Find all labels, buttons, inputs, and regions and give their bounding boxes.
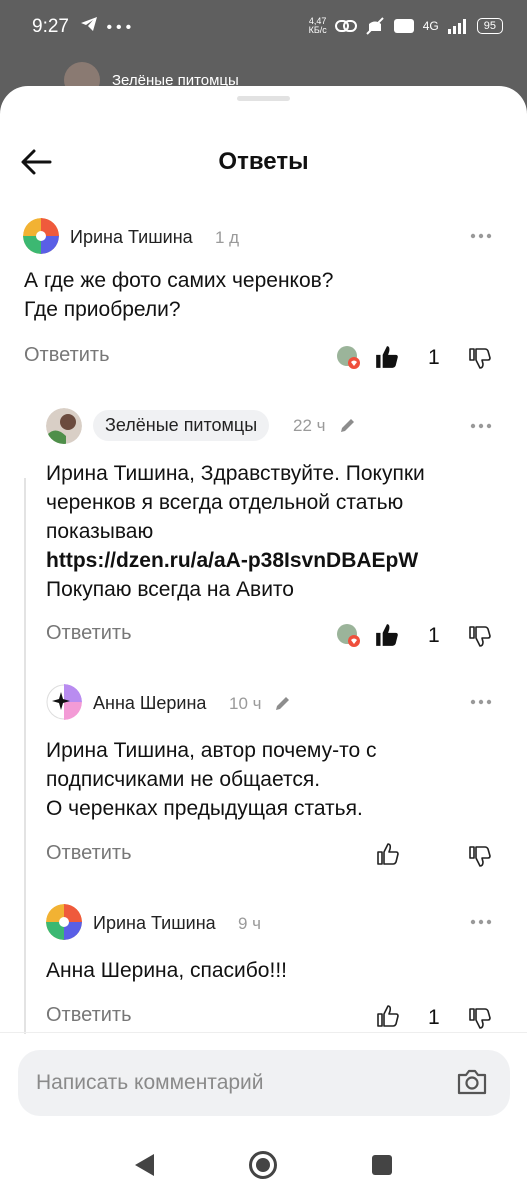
comment-author[interactable]: Ирина Тишина [93,913,216,934]
status-time: 9:27 [32,16,69,37]
home-circle-icon[interactable] [248,1150,278,1180]
channel-avatar[interactable] [46,408,82,444]
avatar[interactable] [46,904,82,940]
comment: Анна Шерина 10 ч Ирина Тишина, автор поч… [0,684,527,884]
comment-time: 10 ч [229,694,262,713]
like-count: 1 [428,624,440,647]
network-type: 4G [422,19,439,33]
like-count: 1 [428,346,440,369]
comments-list: Ирина Тишина 1 д А где же фото самих чер… [0,204,527,1034]
avatar[interactable] [46,684,82,720]
comment-time: 9 ч [238,914,262,933]
reply-button[interactable]: Ответить [46,622,132,645]
edited-pencil-icon [341,419,354,432]
comment-author[interactable]: Анна Шерина [93,693,206,714]
comment-text: Ирина Тишина, автор почему-то с подписчи… [46,739,377,820]
sheet-header: Ответы [0,130,527,194]
reply-button[interactable]: Ответить [24,344,110,367]
status-bar: 9:27 ••• 4,47 КБ/с 4G 95 [0,0,527,56]
network-speed: 4,47 КБ/с [308,16,327,35]
volte-icon [393,19,414,33]
telegram-icon [81,17,97,31]
comment-text: Анна Шерина, спасибо!!! [46,959,287,982]
more-options-icon[interactable] [470,232,492,240]
comment-link[interactable]: https://dzen.ru/a/aA-p38IsvnDBAEpW [46,546,516,575]
back-triangle-icon[interactable] [132,1152,156,1178]
more-options-icon[interactable] [470,698,492,706]
like-outline-icon[interactable] [376,1004,400,1028]
comment-time: 22 ч [293,416,326,435]
liker-avatar-icon [337,624,360,647]
more-dots-icon: ••• [106,19,136,36]
system-nav-bar [0,1134,527,1200]
reply-button[interactable]: Ответить [46,842,132,865]
page-title: Ответы [218,148,309,175]
liker-avatar-icon [337,346,360,369]
avatar[interactable] [23,218,59,254]
camera-icon[interactable] [456,1067,488,1097]
like-count: 1 [428,1006,440,1029]
reply-button[interactable]: Ответить [46,1004,132,1027]
like-filled-icon[interactable] [374,622,400,648]
comment-input[interactable]: Написать комментарий [18,1050,510,1116]
dislike-icon[interactable] [468,624,492,648]
dislike-icon[interactable] [468,1006,492,1030]
more-options-icon[interactable] [470,422,492,430]
dislike-icon[interactable] [468,844,492,868]
like-outline-icon[interactable] [376,842,400,866]
comment: Ирина Тишина 9 ч Анна Шерина, спасибо!!!… [0,904,527,1034]
recents-square-icon[interactable] [371,1154,393,1176]
like-filled-icon[interactable] [374,344,400,370]
comment-input-placeholder: Написать комментарий [36,1071,264,1094]
edited-pencil-icon [276,697,289,710]
status-right: 4,47 КБ/с 4G 95 [309,17,503,35]
dislike-icon[interactable] [468,346,492,370]
replies-sheet: Ответы Ирина Тишина 1 д А где же фото са… [0,86,527,1200]
link-icon [334,20,357,32]
more-options-icon[interactable] [470,918,492,926]
comment-author-chip[interactable]: Зелёные питомцы [93,410,270,441]
comment-text: Ирина Тишина, Здравствуйте. Покупки чере… [46,459,516,604]
status-left-icons: ••• [80,16,135,37]
comment-author[interactable]: Ирина Тишина [70,227,193,248]
battery-indicator: 95 [476,18,503,34]
comment: Зелёные питомцы 22 ч Ирина Тишина, Здрав… [0,404,527,647]
divider [0,1032,527,1033]
sheet-grabber[interactable] [237,96,290,101]
signal-icon [447,19,466,34]
comment-time: 1 д [215,228,240,247]
comment: Ирина Тишина 1 д А где же фото самих чер… [0,204,527,369]
mute-icon [366,17,384,35]
comment-text: А где же фото самих черенков? Где приобр… [24,269,334,321]
